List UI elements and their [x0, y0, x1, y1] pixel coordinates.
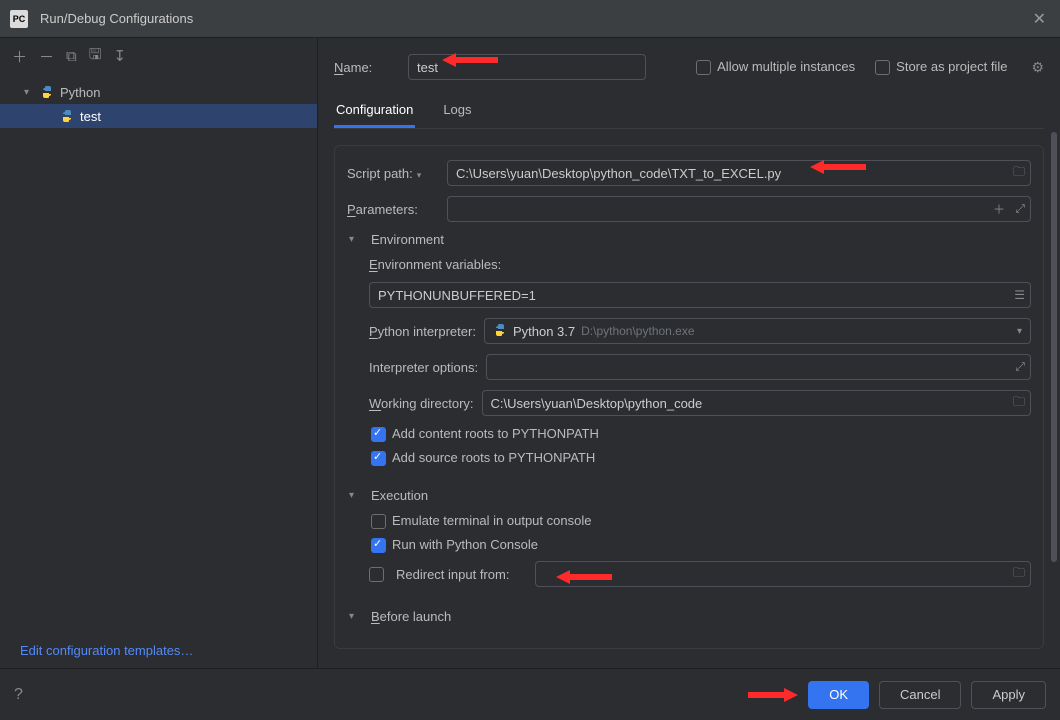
chevron-down-icon: ▾: [349, 490, 361, 501]
close-icon[interactable]: ✕: [1029, 5, 1050, 33]
run-python-console-checkbox[interactable]: Run with Python Console: [371, 537, 538, 553]
interpreter-opts-input[interactable]: [486, 354, 1031, 380]
sort-config-icon[interactable]: ↧: [114, 47, 127, 65]
interpreter-opts-label: Interpreter options:: [369, 360, 478, 375]
add-content-roots-checkbox[interactable]: Add content roots to PYTHONPATH: [371, 426, 599, 442]
name-label: Name:: [334, 60, 390, 75]
edit-templates-link[interactable]: Edit configuration templates…: [0, 633, 317, 668]
working-dir-label: Working directory:: [369, 396, 474, 411]
tree-node-python[interactable]: ▾ Python: [0, 80, 317, 104]
store-project-checkbox[interactable]: Store as project file: [875, 59, 1007, 75]
scrollbar[interactable]: [1051, 132, 1057, 562]
execution-section[interactable]: ▾ Execution: [349, 488, 1031, 503]
tab-logs[interactable]: Logs: [441, 94, 473, 128]
emulate-terminal-checkbox[interactable]: Emulate terminal in output console: [371, 513, 591, 529]
chevron-down-icon: ▾: [349, 611, 361, 622]
tree-node-label: test: [80, 109, 101, 124]
chevron-down-icon[interactable]: ▾: [417, 170, 422, 180]
config-tabs: Configuration Logs: [334, 94, 1044, 129]
chevron-down-icon: ▾: [349, 234, 361, 245]
remove-config-icon[interactable]: －: [39, 46, 54, 67]
sidebar: ＋ － ⧉ 🖫 ↧ ▾ Python test Edit configurati…: [0, 38, 318, 668]
form-panel: Script path:▾ 🗀 Parameters: ＋ ⤢ ▾: [334, 145, 1044, 649]
python-icon: [493, 323, 507, 340]
allow-multiple-checkbox[interactable]: Allow multiple instances: [696, 59, 855, 75]
gear-icon[interactable]: ⚙: [1031, 59, 1044, 76]
parameters-label: Parameters:: [347, 202, 439, 217]
dialog-footer: ? OK Cancel Apply: [0, 668, 1060, 720]
pycharm-icon: PC: [10, 10, 28, 28]
chevron-down-icon: ▾: [24, 87, 36, 98]
tab-configuration[interactable]: Configuration: [334, 94, 415, 128]
copy-config-icon[interactable]: ⧉: [66, 48, 77, 65]
redirect-input-checkbox[interactable]: Redirect input from:: [369, 567, 527, 582]
sidebar-toolbar: ＋ － ⧉ 🖫 ↧: [0, 38, 317, 74]
env-vars-label: Environment variables:: [369, 257, 501, 272]
working-dir-input[interactable]: [482, 390, 1031, 416]
annotation-arrow: [748, 686, 798, 704]
parameters-input[interactable]: [447, 196, 1031, 222]
apply-button[interactable]: Apply: [971, 681, 1046, 709]
before-launch-section[interactable]: ▾ Before launch: [349, 609, 1031, 624]
env-vars-input[interactable]: [369, 282, 1031, 308]
environment-section[interactable]: ▾ Environment: [349, 232, 1031, 247]
ok-button[interactable]: OK: [808, 681, 869, 709]
python-file-icon: [60, 109, 74, 123]
script-path-input[interactable]: [447, 160, 1031, 186]
interpreter-dropdown[interactable]: Python 3.7 D:\python\python.exe ▾: [484, 318, 1031, 344]
content-panel: Name: Allow multiple instances Store as …: [318, 38, 1060, 668]
tree-node-test[interactable]: test: [0, 104, 317, 128]
save-config-icon[interactable]: 🖫: [89, 44, 102, 69]
titlebar: PC Run/Debug Configurations ✕: [0, 0, 1060, 38]
interpreter-label: Python interpreter:: [369, 324, 476, 339]
add-source-roots-checkbox[interactable]: Add source roots to PYTHONPATH: [371, 450, 595, 466]
help-icon[interactable]: ?: [14, 686, 23, 704]
window-title: Run/Debug Configurations: [40, 11, 1029, 26]
redirect-input-field[interactable]: [535, 561, 1031, 587]
name-input[interactable]: [408, 54, 646, 80]
tree-node-label: Python: [60, 85, 100, 100]
script-path-label: Script path:▾: [347, 166, 439, 181]
add-config-icon[interactable]: ＋: [12, 46, 27, 67]
config-tree: ▾ Python test: [0, 74, 317, 633]
chevron-down-icon: ▾: [1017, 326, 1022, 337]
python-icon: [40, 85, 54, 99]
cancel-button[interactable]: Cancel: [879, 681, 961, 709]
